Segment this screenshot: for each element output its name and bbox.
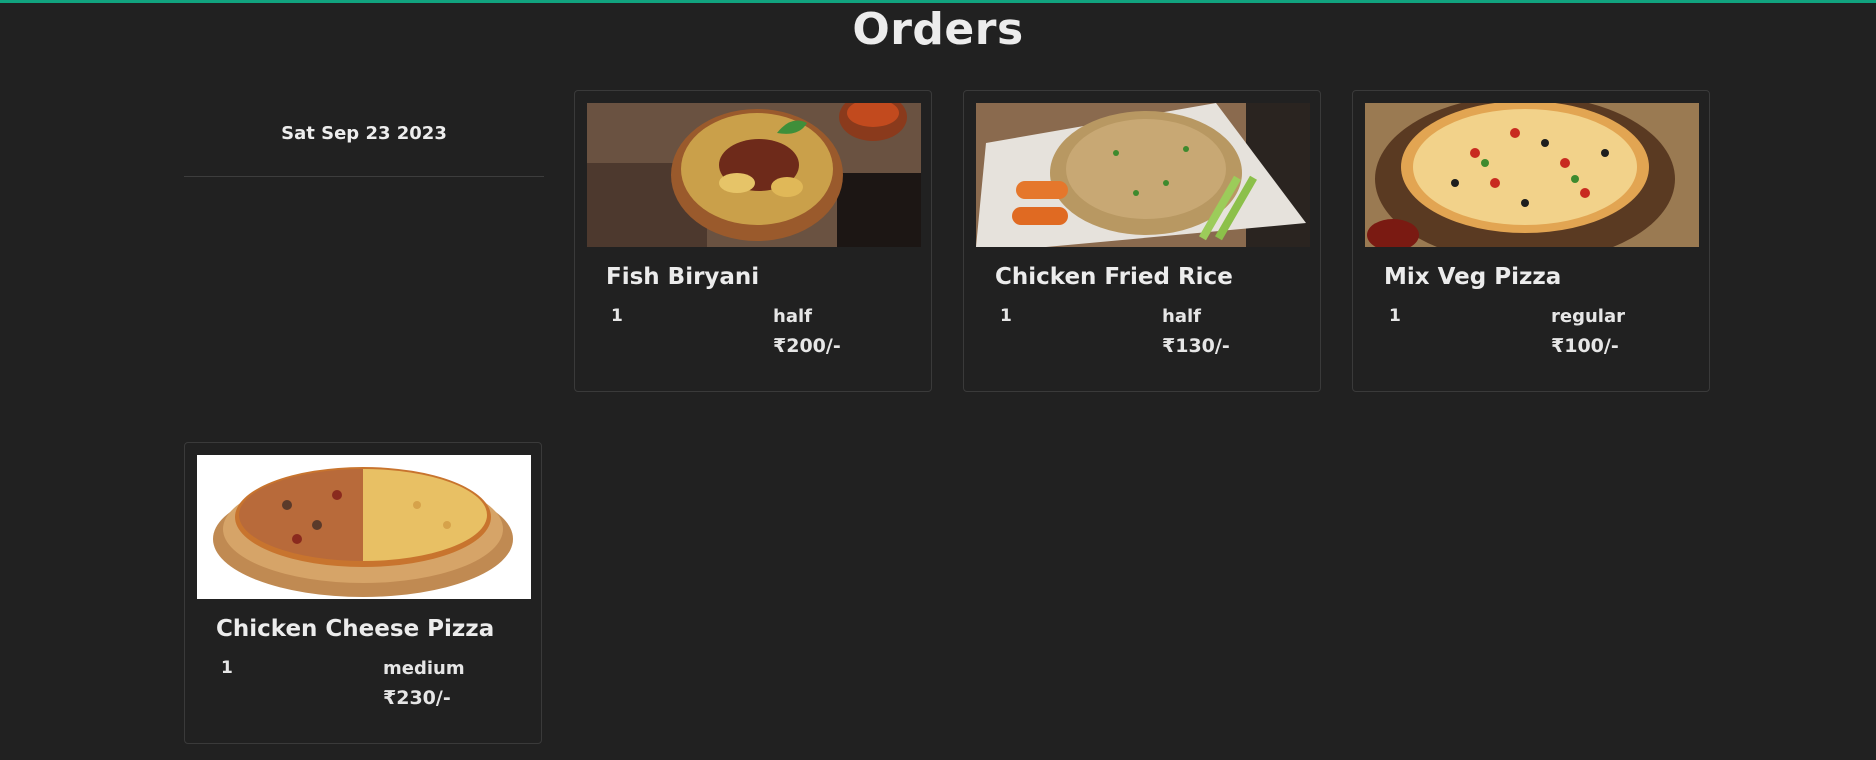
page-title: Orders [852,4,1024,55]
order-card: Chicken Cheese Pizza 1 medium ₹230/- [184,442,542,744]
order-item-name: Fish Biryani [606,264,760,290]
order-item-price: ₹200/- [773,335,841,357]
order-item-name: Chicken Fried Rice [995,264,1233,290]
order-item-price: ₹100/- [1551,335,1619,357]
fish-biryani-image [587,103,921,247]
order-item-quantity: 1 [1000,306,1012,326]
order-date-header: Sat Sep 23 2023 [184,90,544,177]
order-item-size: regular [1551,306,1625,327]
order-item-price: ₹130/- [1162,335,1230,357]
order-item-name: Mix Veg Pizza [1384,264,1562,290]
chicken-cheese-pizza-image [197,455,531,599]
order-date: Sat Sep 23 2023 [281,122,447,144]
mix-veg-pizza-image [1365,103,1699,247]
order-item-quantity: 1 [611,306,623,326]
order-card: Chicken Fried Rice 1 half ₹130/- [963,90,1321,392]
order-item-size: half [1162,306,1201,327]
order-item-name: Chicken Cheese Pizza [216,616,495,642]
order-item-price: ₹230/- [383,687,451,709]
chicken-fried-rice-image [976,103,1310,247]
top-accent-bar [0,0,1876,3]
order-item-size: half [773,306,812,327]
order-item-quantity: 1 [1389,306,1401,326]
order-item-quantity: 1 [221,658,233,678]
order-card: Mix Veg Pizza 1 regular ₹100/- [1352,90,1710,392]
order-card: Fish Biryani 1 half ₹200/- [574,90,932,392]
order-item-size: medium [383,658,465,679]
